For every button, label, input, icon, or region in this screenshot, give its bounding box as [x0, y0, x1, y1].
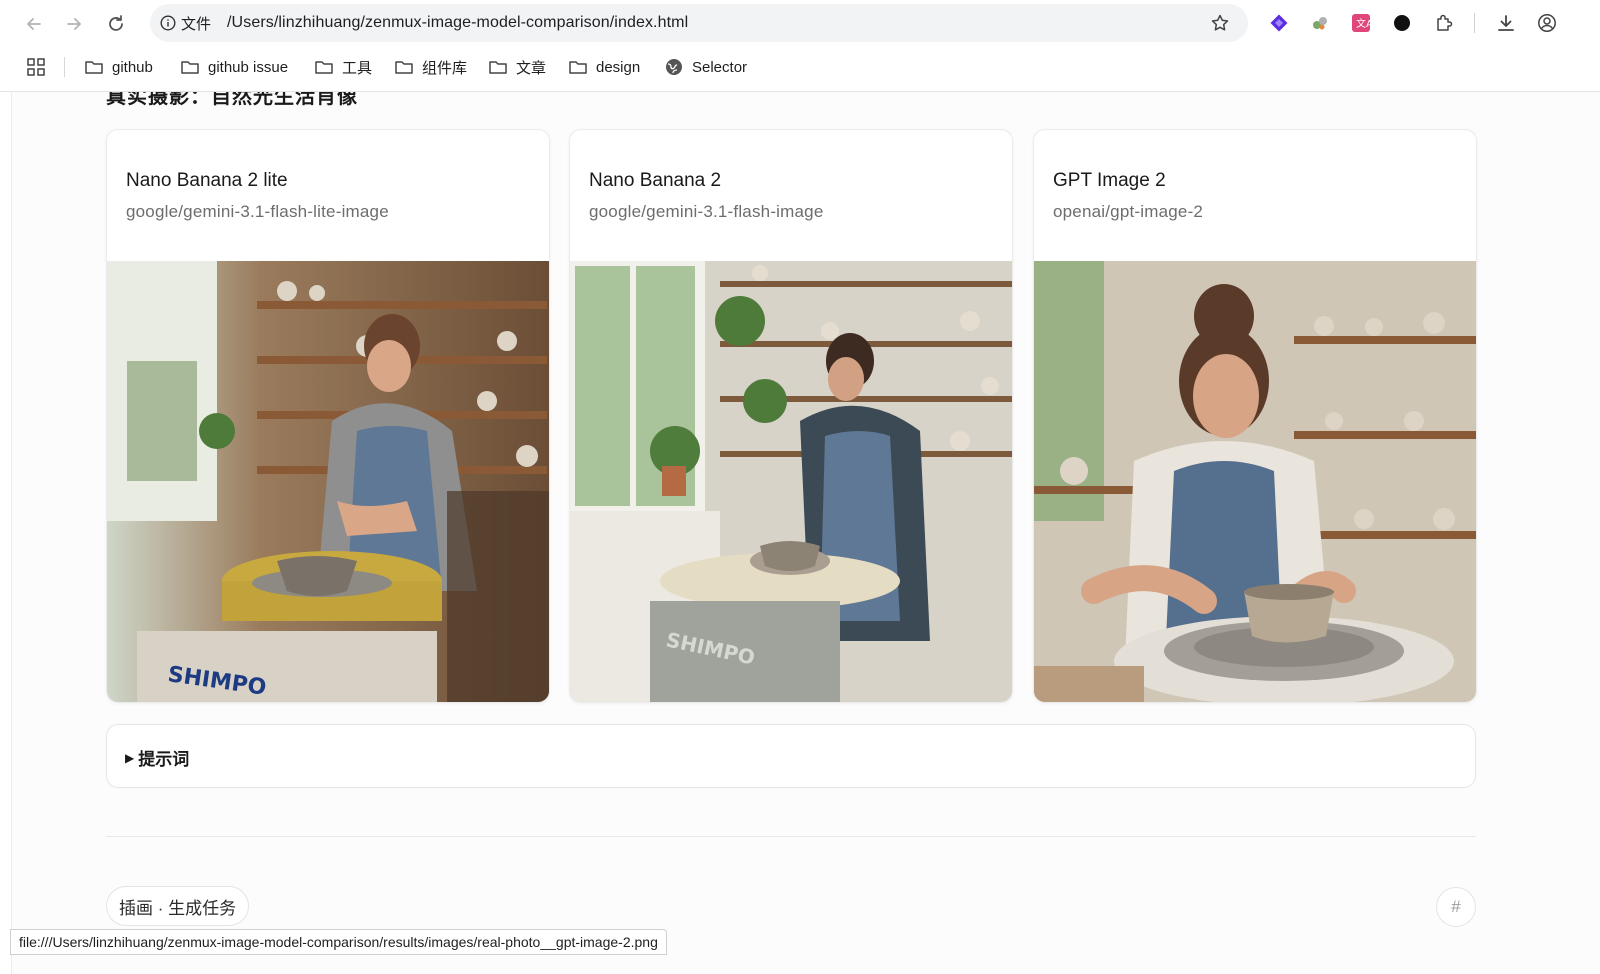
reload-icon: [109, 15, 123, 31]
disclosure-triangle-icon: ▶: [125, 750, 135, 765]
page-content: 真实摄影：自然光生活肖像 Nano Banana 2 lite google/g…: [12, 92, 1600, 974]
apps-grid-icon[interactable]: [26, 57, 46, 77]
url-text[interactable]: /Users/linzhihuang/zenmux-image-model-co…: [227, 14, 688, 32]
bookmark-github[interactable]: github: [84, 55, 153, 79]
bookmark-tools[interactable]: 工具: [314, 55, 372, 79]
folder-icon: [315, 61, 333, 74]
toolbar-divider: [1474, 13, 1475, 33]
card-header: GPT Image 2 openai/gpt-image-2: [1034, 130, 1476, 260]
extension-diamond-icon[interactable]: [1266, 10, 1292, 36]
card-title: Nano Banana 2: [589, 170, 722, 191]
bookmark-github-issue[interactable]: github issue: [180, 55, 288, 79]
extension-puzzle-color-icon[interactable]: [1307, 10, 1333, 36]
card-model-id: openai/gpt-image-2: [1053, 202, 1204, 221]
bookmark-label: 组件库: [422, 59, 468, 77]
section-title: 真实摄影：自然光生活肖像: [106, 92, 358, 108]
status-bar-url: file:///Users/linzhihuang/zenmux-image-m…: [10, 929, 667, 955]
bookmark-components[interactable]: 组件库: [394, 55, 467, 79]
result-image[interactable]: SHIMPO: [570, 261, 1012, 702]
bookmark-label: github issue: [208, 58, 289, 76]
extension-dot-icon[interactable]: [1389, 10, 1415, 36]
address-bar[interactable]: 文件 /Users/linzhihuang/zenmux-image-model…: [150, 4, 1248, 42]
folder-icon: [489, 61, 507, 74]
card-model-id: google/gemini-3.1-flash-image: [589, 202, 824, 221]
browser-chrome: 文件 /Users/linzhihuang/zenmux-image-model…: [0, 0, 1600, 92]
bookmark-selector[interactable]: Selector: [664, 55, 747, 79]
card-title: GPT Image 2: [1053, 170, 1166, 191]
info-icon: [160, 15, 176, 31]
forward-button[interactable]: [60, 10, 88, 38]
globe-icon: [666, 59, 682, 75]
site-info-chip[interactable]: 文件: [160, 10, 211, 36]
folder-icon: [395, 61, 413, 74]
result-image[interactable]: [1034, 261, 1476, 702]
category-tag[interactable]: 插画 · 生成任务: [106, 886, 250, 926]
bookmarks-divider: [64, 57, 65, 77]
card-header: Nano Banana 2 lite google/gemini-3.1-fla…: [107, 130, 549, 260]
section-divider: [106, 836, 1476, 837]
window-left-edge: [0, 92, 12, 974]
prompt-summary[interactable]: ▶ 提示词: [125, 745, 189, 770]
anchor-link-button[interactable]: #: [1436, 887, 1476, 927]
bookmark-label: github: [112, 58, 153, 76]
prompt-label: 提示词: [138, 750, 190, 769]
folder-icon: [569, 61, 587, 74]
folder-icon: [181, 61, 199, 74]
bookmark-star-icon[interactable]: [1210, 13, 1230, 33]
site-info-label: 文件: [181, 15, 212, 33]
bookmark-label: 文章: [516, 59, 547, 77]
back-button[interactable]: [20, 10, 48, 38]
download-icon[interactable]: [1493, 10, 1519, 36]
bookmarks-bar: github github issue 工具 组件库 文章 design Sel…: [0, 52, 1600, 82]
svg-text:文A: 文A: [1356, 17, 1371, 30]
reload-button[interactable]: [102, 10, 130, 38]
extensions-puzzle-icon[interactable]: [1431, 10, 1457, 36]
extension-translate-icon[interactable]: 文A: [1348, 10, 1374, 36]
bookmark-design[interactable]: design: [568, 55, 640, 79]
bookmark-label: 工具: [342, 59, 373, 77]
pottery-photo: SHIMPO: [107, 261, 549, 702]
folder-icon: [85, 61, 103, 74]
card-model-id: google/gemini-3.1-flash-lite-image: [126, 202, 389, 221]
profile-icon[interactable]: [1534, 10, 1560, 36]
bookmark-label: design: [596, 58, 641, 76]
arrow-right-icon: [67, 18, 81, 30]
bookmark-articles[interactable]: 文章: [488, 55, 546, 79]
card-title: Nano Banana 2 lite: [126, 170, 288, 191]
model-card: Nano Banana 2 lite google/gemini-3.1-fla…: [106, 129, 550, 703]
model-card: Nano Banana 2 google/gemini-3.1-flash-im…: [569, 129, 1013, 703]
prompt-details[interactable]: ▶ 提示词: [106, 724, 1476, 788]
pottery-photo: [1034, 261, 1476, 702]
result-image[interactable]: SHIMPO: [107, 261, 549, 702]
card-header: Nano Banana 2 google/gemini-3.1-flash-im…: [570, 130, 1012, 260]
arrow-left-icon: [27, 18, 41, 30]
bookmark-label: Selector: [692, 58, 748, 76]
pottery-photo: SHIMPO: [570, 261, 1012, 702]
model-card: GPT Image 2 openai/gpt-image-2: [1033, 129, 1477, 703]
